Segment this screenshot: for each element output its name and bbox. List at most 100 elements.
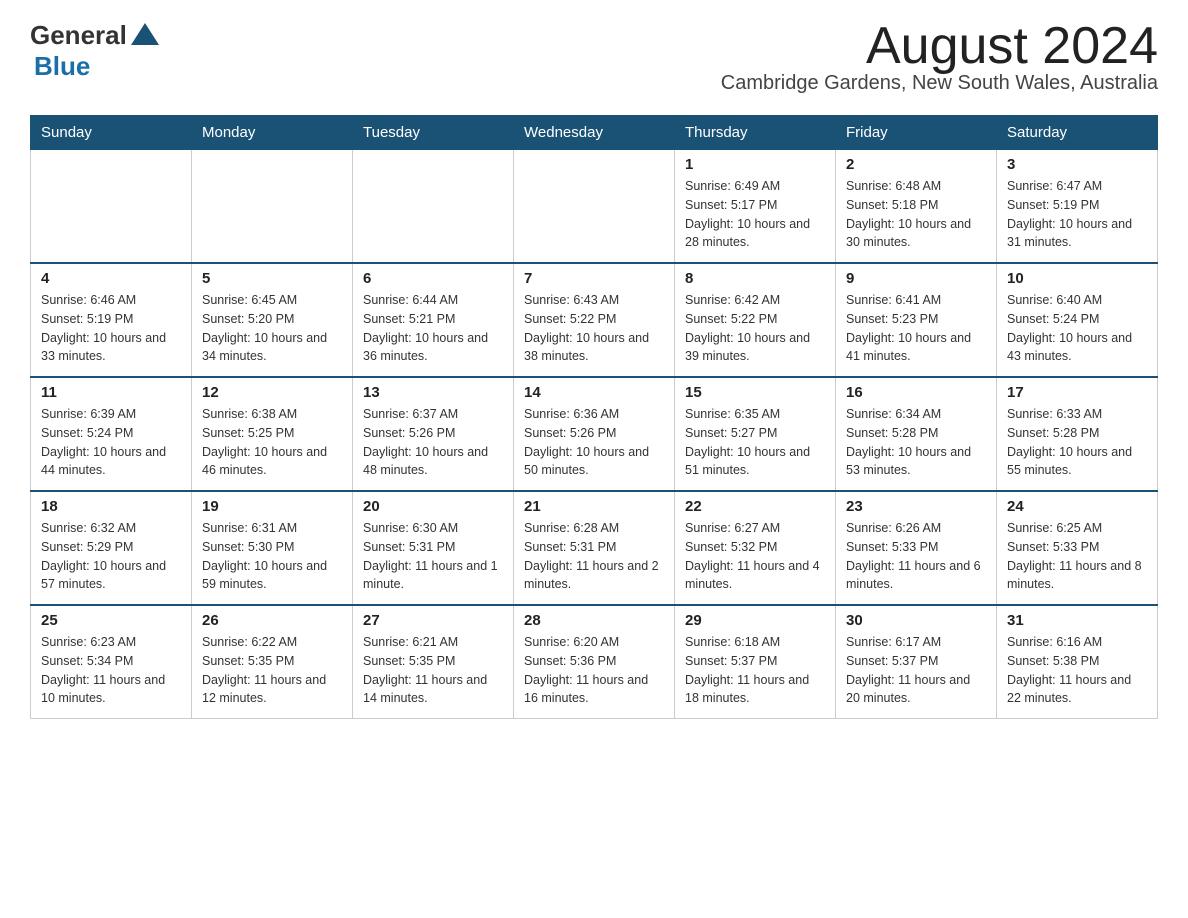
- calendar-week-row: 18 Sunrise: 6:32 AMSunset: 5:29 PMDayligh…: [31, 491, 1158, 605]
- day-number: 29: [685, 612, 825, 629]
- day-number: 5: [202, 270, 342, 287]
- day-info: Sunrise: 6:26 AMSunset: 5:33 PMDaylight:…: [846, 519, 986, 594]
- table-row: 5 Sunrise: 6:45 AMSunset: 5:20 PMDaylight…: [192, 263, 353, 377]
- header-tuesday: Tuesday: [353, 116, 514, 150]
- day-info: Sunrise: 6:43 AMSunset: 5:22 PMDaylight:…: [524, 291, 664, 366]
- day-number: 20: [363, 498, 503, 515]
- calendar-week-row: 25 Sunrise: 6:23 AMSunset: 5:34 PMDayligh…: [31, 605, 1158, 719]
- table-row: 7 Sunrise: 6:43 AMSunset: 5:22 PMDaylight…: [514, 263, 675, 377]
- page-header: General Blue August 2024 Cambridge Garde…: [30, 20, 1158, 107]
- table-row: 3 Sunrise: 6:47 AMSunset: 5:19 PMDaylight…: [997, 150, 1158, 264]
- day-info: Sunrise: 6:42 AMSunset: 5:22 PMDaylight:…: [685, 291, 825, 366]
- table-row: 24 Sunrise: 6:25 AMSunset: 5:33 PMDayligh…: [997, 491, 1158, 605]
- table-row: [353, 150, 514, 264]
- calendar-table: Sunday Monday Tuesday Wednesday Thursday…: [30, 115, 1158, 719]
- table-row: 17Sunrise: 6:33 AMSunset: 5:28 PMDayligh…: [997, 377, 1158, 491]
- day-info: Sunrise: 6:47 AMSunset: 5:19 PMDaylight:…: [1007, 177, 1147, 252]
- day-info: Sunrise: 6:21 AMSunset: 5:35 PMDaylight:…: [363, 633, 503, 708]
- header-wednesday: Wednesday: [514, 116, 675, 150]
- day-number: 14: [524, 384, 664, 401]
- calendar-week-row: 11 Sunrise: 6:39 AMSunset: 5:24 PMDayligh…: [31, 377, 1158, 491]
- day-info: Sunrise: 6:45 AMSunset: 5:20 PMDaylight:…: [202, 291, 342, 366]
- calendar-week-row: 4 Sunrise: 6:46 AMSunset: 5:19 PMDaylight…: [31, 263, 1158, 377]
- day-info: Sunrise: 6:22 AMSunset: 5:35 PMDaylight:…: [202, 633, 342, 708]
- day-number: 18: [41, 498, 181, 515]
- table-row: 11 Sunrise: 6:39 AMSunset: 5:24 PMDayligh…: [31, 377, 192, 491]
- header-friday: Friday: [836, 116, 997, 150]
- table-row: 4 Sunrise: 6:46 AMSunset: 5:19 PMDaylight…: [31, 263, 192, 377]
- table-row: 1 Sunrise: 6:49 AMSunset: 5:17 PMDaylight…: [675, 150, 836, 264]
- day-info: Sunrise: 6:34 AMSunset: 5:28 PMDaylight:…: [846, 405, 986, 480]
- day-info: Sunrise: 6:38 AMSunset: 5:25 PMDaylight:…: [202, 405, 342, 480]
- table-row: 20 Sunrise: 6:30 AMSunset: 5:31 PMDayligh…: [353, 491, 514, 605]
- day-number: 30: [846, 612, 986, 629]
- day-number: 27: [363, 612, 503, 629]
- day-number: 9: [846, 270, 986, 287]
- day-number: 3: [1007, 156, 1147, 173]
- header-saturday: Saturday: [997, 116, 1158, 150]
- table-row: 14 Sunrise: 6:36 AMSunset: 5:26 PMDayligh…: [514, 377, 675, 491]
- day-info: Sunrise: 6:46 AMSunset: 5:19 PMDaylight:…: [41, 291, 181, 366]
- day-info: Sunrise: 6:25 AMSunset: 5:33 PMDaylight:…: [1007, 519, 1147, 594]
- day-number: 10: [1007, 270, 1147, 287]
- day-number: 8: [685, 270, 825, 287]
- location-subtitle: Cambridge Gardens, New South Wales, Aust…: [721, 72, 1158, 95]
- day-number: 6: [363, 270, 503, 287]
- table-row: 23 Sunrise: 6:26 AMSunset: 5:33 PMDayligh…: [836, 491, 997, 605]
- day-info: Sunrise: 6:35 AMSunset: 5:27 PMDaylight:…: [685, 405, 825, 480]
- day-number: 13: [363, 384, 503, 401]
- table-row: 22 Sunrise: 6:27 AMSunset: 5:32 PMDayligh…: [675, 491, 836, 605]
- day-info: Sunrise: 6:18 AMSunset: 5:37 PMDaylight:…: [685, 633, 825, 708]
- day-info: Sunrise: 6:39 AMSunset: 5:24 PMDaylight:…: [41, 405, 181, 480]
- table-row: 16Sunrise: 6:34 AMSunset: 5:28 PMDayligh…: [836, 377, 997, 491]
- day-number: 12: [202, 384, 342, 401]
- day-number: 2: [846, 156, 986, 173]
- logo-blue-text: Blue: [34, 51, 90, 82]
- table-row: 10Sunrise: 6:40 AMSunset: 5:24 PMDayligh…: [997, 263, 1158, 377]
- day-info: Sunrise: 6:41 AMSunset: 5:23 PMDaylight:…: [846, 291, 986, 366]
- table-row: 19Sunrise: 6:31 AMSunset: 5:30 PMDayligh…: [192, 491, 353, 605]
- table-row: 8 Sunrise: 6:42 AMSunset: 5:22 PMDaylight…: [675, 263, 836, 377]
- day-info: Sunrise: 6:23 AMSunset: 5:34 PMDaylight:…: [41, 633, 181, 708]
- day-number: 4: [41, 270, 181, 287]
- day-info: Sunrise: 6:30 AMSunset: 5:31 PMDaylight:…: [363, 519, 503, 594]
- day-number: 21: [524, 498, 664, 515]
- table-row: 30Sunrise: 6:17 AMSunset: 5:37 PMDayligh…: [836, 605, 997, 719]
- day-number: 25: [41, 612, 181, 629]
- day-number: 23: [846, 498, 986, 515]
- logo-general-text: General: [30, 20, 127, 51]
- day-info: Sunrise: 6:49 AMSunset: 5:17 PMDaylight:…: [685, 177, 825, 252]
- header-sunday: Sunday: [31, 116, 192, 150]
- day-number: 22: [685, 498, 825, 515]
- day-info: Sunrise: 6:33 AMSunset: 5:28 PMDaylight:…: [1007, 405, 1147, 480]
- day-info: Sunrise: 6:48 AMSunset: 5:18 PMDaylight:…: [846, 177, 986, 252]
- table-row: 6 Sunrise: 6:44 AMSunset: 5:21 PMDaylight…: [353, 263, 514, 377]
- logo-triangle-icon: [131, 23, 159, 45]
- table-row: 31Sunrise: 6:16 AMSunset: 5:38 PMDayligh…: [997, 605, 1158, 719]
- month-title: August 2024: [721, 20, 1158, 72]
- day-info: Sunrise: 6:36 AMSunset: 5:26 PMDaylight:…: [524, 405, 664, 480]
- table-row: 27 Sunrise: 6:21 AMSunset: 5:35 PMDayligh…: [353, 605, 514, 719]
- table-row: [514, 150, 675, 264]
- header-monday: Monday: [192, 116, 353, 150]
- day-info: Sunrise: 6:32 AMSunset: 5:29 PMDaylight:…: [41, 519, 181, 594]
- day-number: 11: [41, 384, 181, 401]
- day-info: Sunrise: 6:20 AMSunset: 5:36 PMDaylight:…: [524, 633, 664, 708]
- day-number: 28: [524, 612, 664, 629]
- day-info: Sunrise: 6:31 AMSunset: 5:30 PMDaylight:…: [202, 519, 342, 594]
- table-row: 15 Sunrise: 6:35 AMSunset: 5:27 PMDayligh…: [675, 377, 836, 491]
- day-number: 7: [524, 270, 664, 287]
- table-row: [31, 150, 192, 264]
- logo: General Blue: [30, 20, 159, 82]
- table-row: 21Sunrise: 6:28 AMSunset: 5:31 PMDayligh…: [514, 491, 675, 605]
- calendar-header-row: Sunday Monday Tuesday Wednesday Thursday…: [31, 116, 1158, 150]
- day-number: 15: [685, 384, 825, 401]
- calendar-week-row: 1 Sunrise: 6:49 AMSunset: 5:17 PMDaylight…: [31, 150, 1158, 264]
- day-info: Sunrise: 6:27 AMSunset: 5:32 PMDaylight:…: [685, 519, 825, 594]
- table-row: 28 Sunrise: 6:20 AMSunset: 5:36 PMDayligh…: [514, 605, 675, 719]
- day-number: 1: [685, 156, 825, 173]
- table-row: 18 Sunrise: 6:32 AMSunset: 5:29 PMDayligh…: [31, 491, 192, 605]
- day-info: Sunrise: 6:44 AMSunset: 5:21 PMDaylight:…: [363, 291, 503, 366]
- table-row: 12 Sunrise: 6:38 AMSunset: 5:25 PMDayligh…: [192, 377, 353, 491]
- day-number: 24: [1007, 498, 1147, 515]
